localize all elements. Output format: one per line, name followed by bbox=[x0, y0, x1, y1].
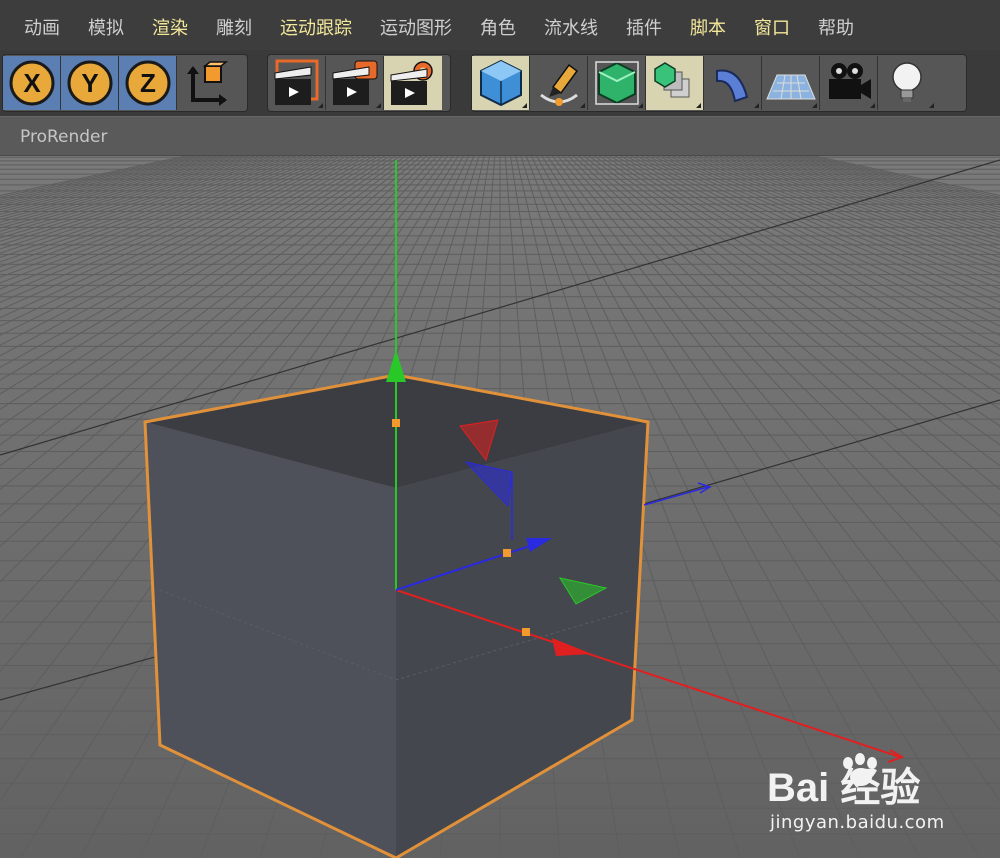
array-generator-button[interactable] bbox=[646, 56, 704, 110]
toolbar: X Y Z bbox=[0, 50, 1000, 116]
menu-item-6[interactable]: 角色 bbox=[480, 14, 516, 40]
render-to-picture-viewer-icon bbox=[332, 60, 377, 105]
menu-item-7[interactable]: 流水线 bbox=[544, 14, 598, 40]
baidu-logo-text: Bai 经验 bbox=[767, 766, 920, 810]
y-axis-scale-handle[interactable] bbox=[392, 419, 400, 427]
menu-item-5[interactable]: 运动图形 bbox=[380, 14, 452, 40]
object-group bbox=[471, 54, 967, 112]
x-axis-icon: X bbox=[9, 60, 54, 106]
viewport-header: ProRender bbox=[0, 116, 1000, 156]
svg-text:Y: Y bbox=[81, 68, 98, 98]
z-axis-lock-button[interactable]: Z bbox=[119, 56, 177, 110]
pen-spline-button[interactable] bbox=[530, 56, 588, 110]
array-generator-icon bbox=[653, 62, 689, 98]
cube-icon bbox=[479, 59, 522, 107]
menu-item-8[interactable]: 插件 bbox=[626, 14, 662, 40]
render-settings-icon bbox=[390, 61, 433, 105]
render-group bbox=[267, 54, 451, 112]
menu-item-2[interactable]: 渲染 bbox=[152, 14, 188, 40]
menu-bar: 动画 模拟 渲染 雕刻 运动跟踪 运动图形 角色 流水线 插件 脚本 窗口 帮助 bbox=[0, 0, 1000, 54]
cube-button[interactable] bbox=[472, 56, 530, 110]
z-axis-icon: Z bbox=[125, 60, 170, 106]
floor-icon bbox=[765, 74, 816, 100]
svg-text:X: X bbox=[23, 68, 41, 98]
floor-button[interactable] bbox=[762, 56, 820, 110]
subdivision-surface-icon bbox=[594, 61, 639, 105]
x-axis-lock-button[interactable]: X bbox=[3, 56, 61, 110]
render-region-button[interactable] bbox=[268, 56, 326, 110]
menu-item-1[interactable]: 模拟 bbox=[88, 14, 124, 40]
pen-spline-icon bbox=[539, 63, 578, 106]
bend-deformer-icon bbox=[715, 69, 748, 103]
y-axis-lock-button[interactable]: Y bbox=[61, 56, 119, 110]
z-axis-scale-handle[interactable] bbox=[503, 549, 511, 557]
menu-item-10[interactable]: 窗口 bbox=[754, 14, 790, 40]
coordinate-system-icon bbox=[187, 61, 229, 106]
x-axis-scale-handle[interactable] bbox=[522, 628, 530, 636]
render-region-icon bbox=[274, 59, 318, 105]
light-icon bbox=[892, 62, 922, 102]
bend-deformer-button[interactable] bbox=[704, 56, 762, 110]
camera-icon bbox=[828, 63, 871, 99]
coordinate-system-button[interactable] bbox=[177, 56, 235, 110]
menu-item-11[interactable]: 帮助 bbox=[818, 14, 854, 40]
viewport-title: ProRender bbox=[20, 127, 108, 147]
menu-item-9[interactable]: 脚本 bbox=[690, 14, 726, 40]
render-to-picture-viewer-button[interactable] bbox=[326, 56, 384, 110]
svg-text:Z: Z bbox=[140, 68, 156, 98]
subdivision-surface-button[interactable] bbox=[588, 56, 646, 110]
render-settings-button[interactable] bbox=[384, 56, 442, 110]
y-axis-icon: Y bbox=[67, 60, 112, 106]
menu-item-4[interactable]: 运动跟踪 bbox=[280, 14, 352, 40]
menu-item-3[interactable]: 雕刻 bbox=[216, 14, 252, 40]
axis-lock-group: X Y Z bbox=[2, 54, 248, 112]
camera-button[interactable] bbox=[820, 56, 878, 110]
menu-item-0[interactable]: 动画 bbox=[24, 14, 60, 40]
light-button[interactable] bbox=[878, 56, 936, 110]
watermark-site: jingyan.baidu.com bbox=[770, 812, 945, 833]
